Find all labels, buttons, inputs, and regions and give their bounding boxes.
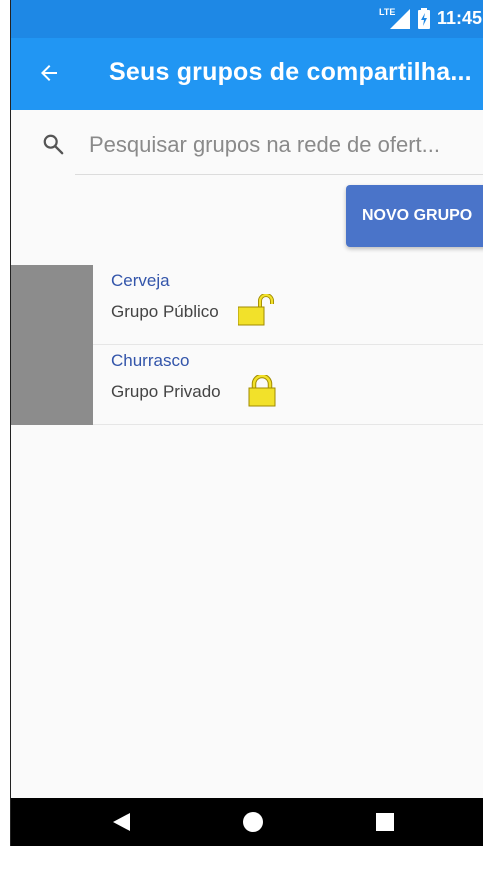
battery-icon	[418, 8, 430, 29]
recents-square-icon[interactable]	[374, 811, 396, 833]
back-triangle-icon[interactable]	[110, 811, 132, 833]
group-thumbnail	[11, 265, 93, 345]
list-item[interactable]: Cerveja Grupo Público	[11, 265, 483, 345]
row-divider	[93, 424, 483, 425]
group-type: Grupo Público	[111, 302, 219, 321]
search-input[interactable]: Pesquisar grupos na rede de ofert...	[89, 132, 481, 158]
phone-screen: LTE 11:45 Seus grupos de compartilha... …	[10, 0, 483, 846]
group-name: Cerveja	[111, 271, 170, 290]
list-item[interactable]: Churrasco Grupo Privado	[11, 345, 483, 425]
clock: 11:45	[437, 8, 483, 28]
locked-padlock-icon	[248, 375, 276, 407]
group-thumbnail	[11, 345, 93, 425]
home-circle-icon[interactable]	[242, 811, 264, 833]
group-type: Grupo Privado	[111, 382, 221, 401]
group-name: Churrasco	[111, 351, 190, 370]
new-group-button[interactable]: NOVO GRUPO	[346, 185, 483, 247]
signal-icon	[390, 9, 410, 29]
app-bar: Seus grupos de compartilha...	[11, 38, 483, 110]
search-bar[interactable]: Pesquisar grupos na rede de ofert...	[11, 110, 483, 176]
status-bar: LTE 11:45	[11, 0, 483, 38]
search-icon	[43, 134, 64, 155]
page-title: Seus grupos de compartilha...	[109, 58, 472, 86]
unlocked-padlock-icon	[238, 294, 274, 326]
search-underline	[75, 174, 483, 175]
navigation-bar	[11, 798, 483, 846]
back-arrow-icon[interactable]	[37, 61, 61, 85]
